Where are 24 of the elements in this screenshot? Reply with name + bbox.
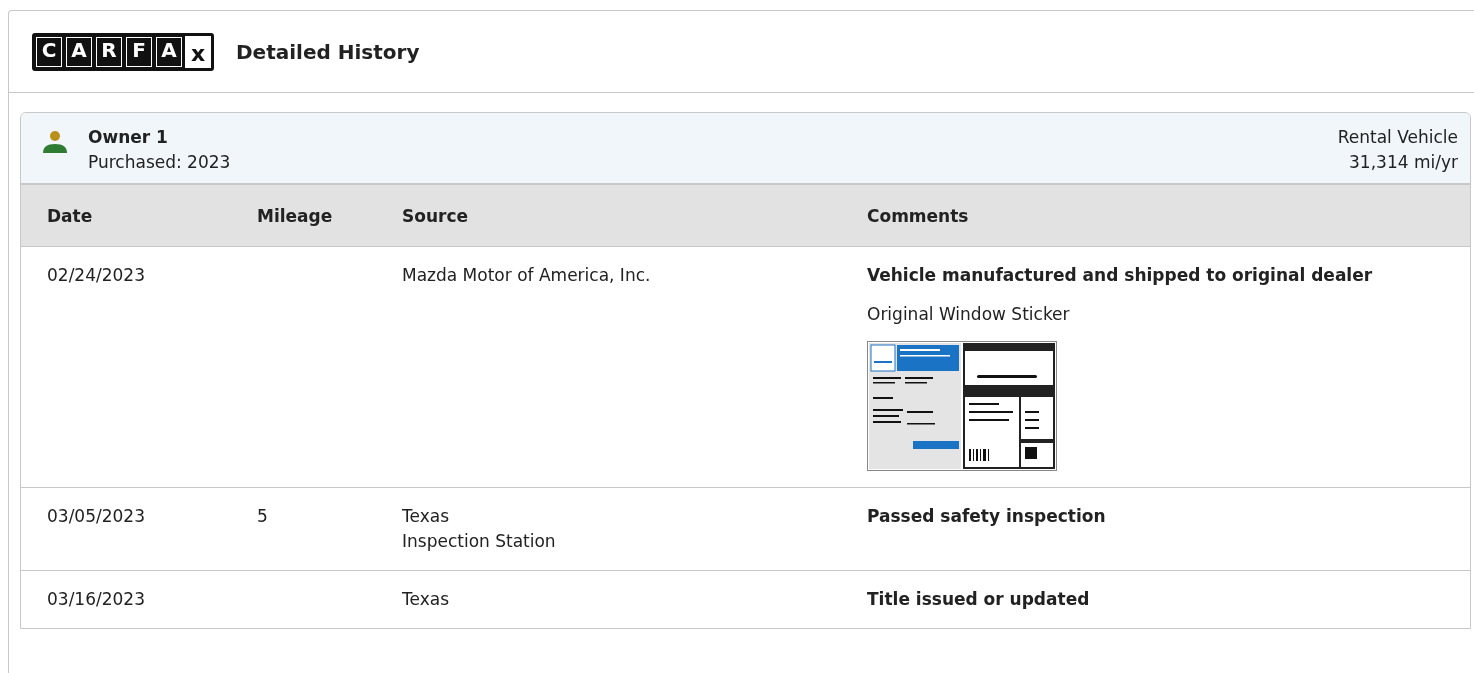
annual-mileage: 31,314 mi/yr: [1349, 151, 1458, 174]
person-icon: [42, 129, 68, 155]
column-header: Mileage: [257, 205, 334, 226]
source-line: Mazda Motor of America, Inc.: [402, 264, 652, 287]
source-line: Texas: [402, 505, 450, 528]
date-cell-text: 02/24/2023: [47, 264, 146, 287]
source-line: Texas: [402, 588, 450, 611]
source-line: Inspection Station: [402, 530, 557, 553]
mileage-cell: 5: [257, 506, 268, 526]
owner-name: Owner 1: [88, 126, 169, 149]
comment-heading: Passed safety inspection: [867, 505, 1106, 528]
column-header: Comments: [867, 205, 970, 226]
comment-text: Original Window Sticker: [867, 303, 1070, 326]
date-cell-text: 03/16/2023: [47, 588, 146, 611]
column-header: Date: [47, 205, 94, 226]
page-title: Detailed History: [236, 39, 420, 64]
date-cell-text: 03/05/2023: [47, 505, 146, 528]
purchase-year: Purchased: 2023: [88, 151, 231, 174]
comment-heading: Title issued or updated: [867, 588, 1090, 611]
window-sticker-thumbnail[interactable]: [867, 341, 1057, 471]
carfax-logo: C A R F A x: [32, 32, 214, 71]
comment-heading: Vehicle manufactured and shipped to original dealer: [867, 264, 1373, 287]
vehicle-use: Rental Vehicle: [1337, 126, 1458, 149]
column-header: Source: [402, 205, 470, 226]
